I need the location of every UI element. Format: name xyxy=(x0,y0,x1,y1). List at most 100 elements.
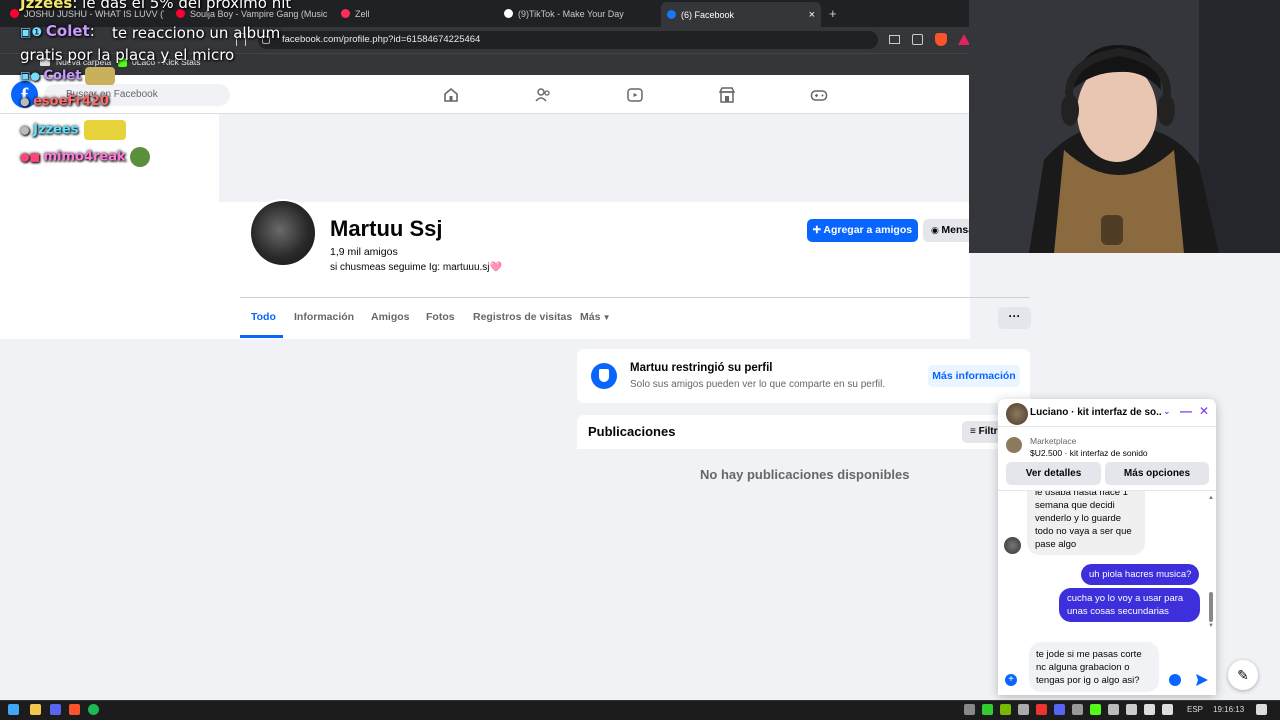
profile-bio: si chusmeas seguime Ig: martuuu.sj🩷 xyxy=(330,262,502,273)
tray-icon[interactable] xyxy=(1036,704,1047,715)
minimize-icon[interactable]: — xyxy=(1180,404,1192,418)
no-posts-message: No hay publicaciones disponibles xyxy=(700,467,910,482)
home-icon[interactable] xyxy=(442,86,460,104)
tab-informacion[interactable]: Información xyxy=(294,311,354,323)
marketplace-label: Marketplace xyxy=(1030,436,1077,446)
tab-todo[interactable]: Todo xyxy=(251,311,276,323)
send-icon[interactable] xyxy=(1195,673,1209,687)
new-message-icon[interactable]: ✎ xyxy=(1228,660,1258,690)
wifi-icon[interactable] xyxy=(1144,704,1155,715)
messenger-icon: ◉ xyxy=(931,225,942,235)
chat-message: le das el 5% del proximo hit xyxy=(82,0,292,12)
chat-line: Jzzees: le das el 5% del proximo hit xyxy=(20,0,291,12)
minion-emote-icon xyxy=(84,120,127,140)
chevron-down-icon[interactable]: ⌄ xyxy=(1163,406,1171,417)
nvidia-icon[interactable] xyxy=(1000,704,1011,715)
chat-title[interactable]: Luciano · kit interfaz de so... xyxy=(1030,407,1162,418)
browser-tab-5-active[interactable]: (6) Facebook × xyxy=(661,2,821,27)
more-options-button[interactable]: Más opciones xyxy=(1105,462,1209,485)
chat-scrollbar[interactable] xyxy=(1209,592,1213,622)
browser-tab-3[interactable]: Zell xyxy=(335,4,495,23)
facebook-icon xyxy=(667,10,676,19)
video-icon[interactable] xyxy=(626,86,644,104)
message-input[interactable]: te jode si me pasas corte nc alguna grab… xyxy=(1029,642,1159,692)
notifications-icon[interactable] xyxy=(1256,704,1267,715)
chat-username: Colet xyxy=(43,68,82,84)
sender-avatar xyxy=(1004,537,1021,554)
close-icon[interactable]: ✕ xyxy=(1199,404,1209,418)
tray-icon[interactable] xyxy=(964,704,975,715)
marketplace-icon[interactable] xyxy=(718,86,736,104)
listing-thumbnail xyxy=(1006,437,1022,453)
filters-button[interactable]: ≡ Filtros xyxy=(962,421,1002,443)
badge-icon: ●■ xyxy=(20,150,44,164)
language-indicator[interactable]: ESP xyxy=(1187,705,1203,714)
profile-avatar[interactable] xyxy=(249,199,317,267)
badge-icon: ● xyxy=(20,95,34,108)
tab-label: (9)TikTok - Make Your Day xyxy=(518,8,624,19)
tab-amigos[interactable]: Amigos xyxy=(371,311,410,323)
discord-icon[interactable] xyxy=(50,704,61,715)
friends-icon[interactable] xyxy=(534,86,552,104)
more-info-button[interactable]: Más información xyxy=(928,365,1020,387)
add-friend-button[interactable]: ➕︎ Agregar a amigos xyxy=(807,219,918,242)
message-clip: le usaba hasta hace 1 semana que decidi … xyxy=(1027,491,1145,555)
close-tab-icon[interactable]: × xyxy=(809,9,815,21)
badge-icon: ● xyxy=(20,123,34,137)
tiktok-icon xyxy=(504,9,513,18)
listing-title: $U2.500 · kit interfaz de sonido xyxy=(1030,448,1148,458)
tray-icon[interactable] xyxy=(1108,704,1119,715)
chat-line: ●■ mimo4reak xyxy=(20,147,150,167)
webcam-overlay xyxy=(969,0,1280,253)
more-options-button[interactable]: ··· xyxy=(998,307,1031,329)
message-button[interactable]: ◉ Mensaje xyxy=(923,219,973,242)
chat-username: mimo4reak xyxy=(43,149,126,165)
file-explorer-icon[interactable] xyxy=(30,704,41,715)
chat-username: Jzzees xyxy=(20,0,73,12)
scroll-down-icon[interactable]: ▼ xyxy=(1208,623,1214,629)
tray-icon[interactable] xyxy=(1054,704,1065,715)
tab-mas-label: Más xyxy=(580,311,601,323)
windows-start-icon[interactable] xyxy=(8,704,19,715)
tray-icon[interactable] xyxy=(1072,704,1083,715)
chat-line: ▣● Colet xyxy=(20,67,116,85)
share-icon[interactable] xyxy=(912,34,923,45)
tab-registros-de-visitas[interactable]: Registros de visitas xyxy=(473,311,572,323)
view-details-button[interactable]: Ver detalles xyxy=(1006,462,1101,485)
tray-icon[interactable] xyxy=(1018,704,1029,715)
new-tab-button[interactable]: + xyxy=(829,6,837,21)
posts-title: Publicaciones xyxy=(588,424,676,439)
volume-icon[interactable] xyxy=(1162,704,1173,715)
friends-count[interactable]: 1,9 mil amigos xyxy=(330,246,398,258)
message-bubble-incoming: le usaba hasta hace 1 semana que decidi … xyxy=(1027,491,1145,555)
message-bubble-outgoing: uh piola hacres musica? xyxy=(1081,564,1200,585)
tray-icon[interactable] xyxy=(982,704,993,715)
browser-tab-4[interactable]: (9)TikTok - Make Your Day xyxy=(498,4,658,23)
scroll-up-icon[interactable]: ▲ xyxy=(1208,495,1214,501)
brave-icon[interactable] xyxy=(69,704,80,715)
tab-label: Zell xyxy=(355,8,370,19)
clock[interactable]: 19:16:13 xyxy=(1213,705,1244,714)
windows-taskbar xyxy=(0,700,1280,720)
add-attachment-icon[interactable]: + xyxy=(1005,674,1017,686)
tray-icon[interactable] xyxy=(1090,704,1101,715)
divider xyxy=(240,297,1030,298)
emoji-icon[interactable] xyxy=(1169,674,1181,686)
tab-mas[interactable]: Más ▼ xyxy=(580,311,611,323)
chat-line: ● esoeFr420 xyxy=(20,94,109,109)
contact-avatar[interactable] xyxy=(1006,403,1028,425)
profile-name: Martuu Ssj xyxy=(330,216,443,241)
emote-icon xyxy=(85,67,116,85)
chevron-down-icon: ▼ xyxy=(600,313,611,322)
streamer-webcam-image xyxy=(969,0,1280,253)
tray-icon[interactable] xyxy=(1126,704,1137,715)
url-field[interactable]: facebook.com/profile.php?id=615846742254… xyxy=(258,31,878,49)
brave-shield-icon[interactable] xyxy=(935,33,947,46)
restricted-subtitle: Solo sus amigos pueden ver lo que compar… xyxy=(630,379,886,390)
app-icon xyxy=(341,9,350,18)
tab-fotos[interactable]: Fotos xyxy=(426,311,455,323)
chat-username: esoeFr420 xyxy=(33,94,110,109)
spotify-icon[interactable] xyxy=(88,704,99,715)
gaming-icon[interactable] xyxy=(810,86,828,104)
cast-icon[interactable] xyxy=(889,35,900,44)
